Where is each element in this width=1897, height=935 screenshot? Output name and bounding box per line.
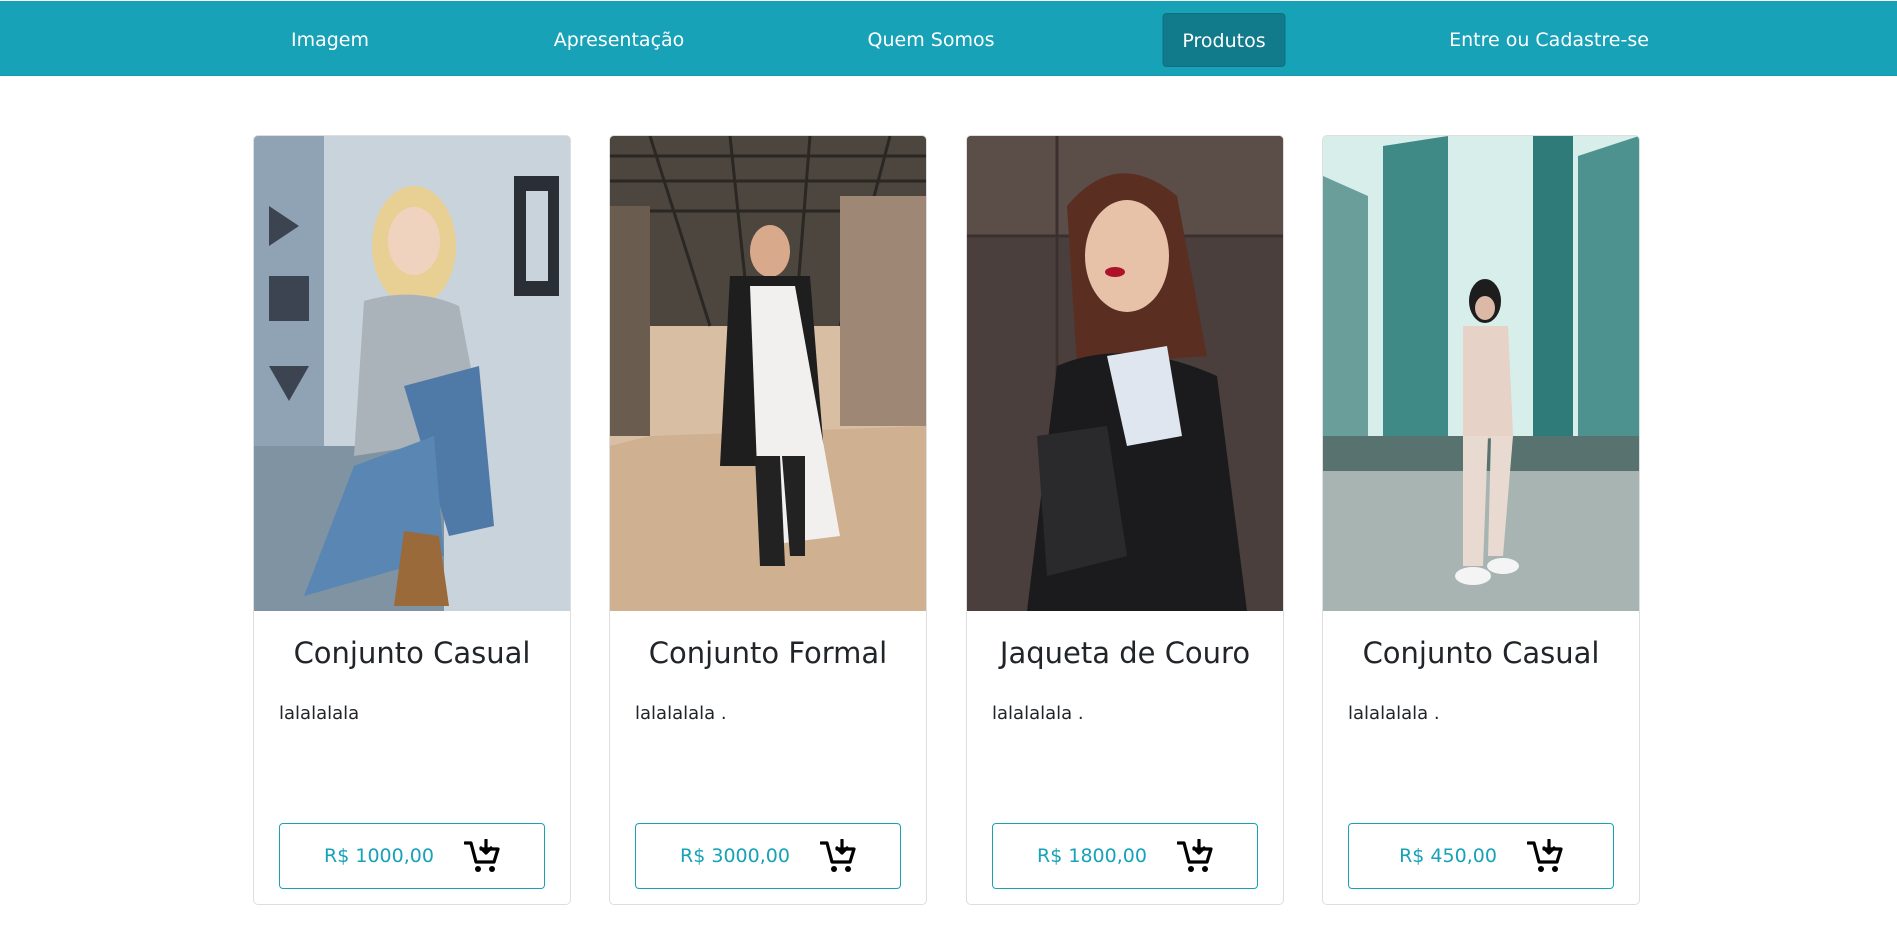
nav-link-login-signup[interactable]: Entre ou Cadastre-se xyxy=(1427,13,1671,67)
product-image xyxy=(610,136,926,611)
top-navbar: Imagem Apresentação Quem Somos Produtos … xyxy=(0,1,1897,76)
product-title: Conjunto Formal xyxy=(648,636,888,670)
nav-link-imagem[interactable]: Imagem xyxy=(269,13,391,67)
nav-link-quem-somos[interactable]: Quem Somos xyxy=(846,13,1017,67)
add-to-cart-icon xyxy=(463,839,500,872)
product-description: lalalalala . xyxy=(1348,703,1440,724)
add-to-cart-button[interactable]: R$ 3000,00 xyxy=(635,823,901,889)
nav-link-apresentacao[interactable]: Apresentação xyxy=(532,13,707,67)
product-card: Conjunto Casual lalalalala R$ 1000,00 xyxy=(253,135,571,905)
add-to-cart-button[interactable]: R$ 450,00 xyxy=(1348,823,1614,889)
price-label: R$ 3000,00 xyxy=(680,845,790,867)
price-label: R$ 450,00 xyxy=(1399,845,1497,867)
add-to-cart-button[interactable]: R$ 1000,00 xyxy=(279,823,545,889)
add-to-cart-button[interactable]: R$ 1800,00 xyxy=(992,823,1258,889)
add-to-cart-icon xyxy=(819,839,856,872)
nav-link-produtos[interactable]: Produtos xyxy=(1162,13,1286,67)
product-title: Jaqueta de Couro xyxy=(999,636,1251,670)
product-card: Conjunto Formal lalalalala . R$ 3000,00 xyxy=(609,135,927,905)
product-description: lalalalala . xyxy=(635,703,727,724)
product-image xyxy=(1323,136,1639,611)
product-title: Conjunto Casual xyxy=(1362,636,1600,670)
price-label: R$ 1000,00 xyxy=(324,845,434,867)
product-card: Conjunto Casual lalalalala . R$ 450,00 xyxy=(1322,135,1640,905)
add-to-cart-icon xyxy=(1526,839,1563,872)
price-label: R$ 1800,00 xyxy=(1037,845,1147,867)
product-description: lalalalala . xyxy=(992,703,1084,724)
product-card: Jaqueta de Couro lalalalala . R$ 1800,00 xyxy=(966,135,1284,905)
add-to-cart-icon xyxy=(1176,839,1213,872)
product-image xyxy=(254,136,570,611)
product-description: lalalalala xyxy=(279,703,360,724)
product-image xyxy=(967,136,1283,611)
product-title: Conjunto Casual xyxy=(293,636,531,670)
